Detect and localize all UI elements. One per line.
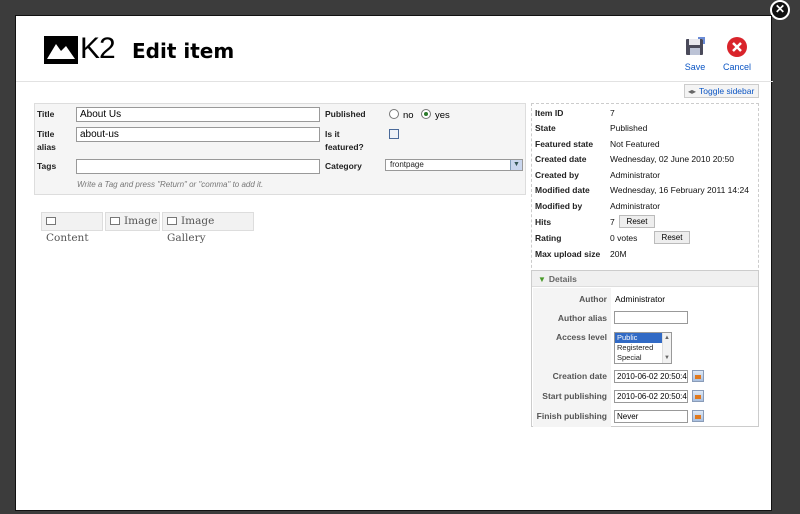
tags-input[interactable] [76, 159, 320, 174]
details-label-column [533, 288, 611, 427]
triangle-down-icon: ▼ [538, 275, 546, 284]
info-key: Rating [535, 233, 562, 243]
info-value: Wednesday, 02 June 2010 20:50 [610, 154, 734, 164]
close-modal-button[interactable]: ✕ [770, 0, 790, 20]
author-value: Administrator [615, 294, 666, 304]
info-value: 7 [610, 217, 615, 227]
reset-rating-button[interactable]: Reset [654, 231, 690, 244]
info-value: Administrator [610, 201, 661, 211]
chevron-down-icon: ▼ [510, 160, 522, 170]
details-header[interactable]: ▼ Details [532, 271, 758, 287]
save-label: Save [684, 62, 706, 72]
creation-date-input[interactable]: 2010-06-02 20:50:48 [614, 370, 688, 383]
info-key: Max upload size [535, 249, 601, 259]
access-level-listbox[interactable]: Public Registered Special ▲ ▼ [614, 332, 672, 364]
published-label: Published [325, 109, 366, 119]
creation-date-label: Creation date [552, 371, 607, 381]
finish-publishing-input[interactable]: Never [614, 410, 688, 423]
published-no-label: no [403, 110, 414, 121]
info-value: 0 votes [610, 233, 638, 243]
published-no-radio[interactable] [389, 109, 399, 119]
details-panel: ▼ Details Author Administrator Author ali… [531, 270, 759, 427]
info-key: State [535, 123, 556, 133]
cancel-button[interactable]: Cancel [719, 36, 755, 72]
info-value: Wednesday, 16 February 2011 14:24 [610, 185, 749, 195]
alias-input[interactable]: about-us [76, 127, 320, 142]
edit-item-modal: K2 Edit item Save Cancel ◂▸ Toggle sideba… [15, 15, 773, 511]
info-value: Not Featured [610, 139, 660, 149]
info-key: Created date [535, 154, 587, 164]
reset-hits-button[interactable]: Reset [619, 215, 655, 228]
toggle-sidebar-button[interactable]: ◂▸ Toggle sidebar [684, 84, 759, 98]
listbox-scrollbar[interactable]: ▲ ▼ [662, 333, 671, 363]
brand-name: K2 [80, 32, 116, 65]
save-icon [686, 37, 705, 55]
info-key: Hits [535, 217, 552, 227]
info-value: 20M [610, 249, 627, 259]
cancel-label: Cancel [722, 62, 751, 72]
title-label: Title [37, 109, 55, 119]
tab-content-label: Content [46, 232, 89, 244]
tags-label: Tags [37, 161, 57, 171]
author-alias-input[interactable] [614, 311, 688, 324]
image-icon [110, 217, 120, 225]
k2-logo-icon [44, 36, 78, 64]
save-button[interactable]: Save [677, 36, 713, 72]
info-value: Administrator [610, 170, 661, 180]
published-yes-label: yes [435, 110, 450, 121]
edit-icon [46, 217, 56, 225]
start-publishing-label: Start publishing [542, 391, 607, 401]
toggle-arrows-icon: ◂▸ [688, 87, 697, 96]
calendar-icon[interactable] [692, 390, 704, 402]
details-title: Details [548, 274, 577, 284]
author-label: Author [579, 294, 607, 304]
alias-label-line1: Title [37, 129, 55, 139]
info-value: 7 [610, 108, 615, 118]
info-value: Published [610, 123, 648, 133]
category-label: Category [325, 161, 362, 171]
published-yes-radio[interactable] [421, 109, 431, 119]
featured-checkbox[interactable] [389, 129, 399, 139]
calendar-icon[interactable] [692, 370, 704, 382]
page-title: Edit item [132, 39, 235, 63]
calendar-icon[interactable] [692, 410, 704, 422]
info-key: Modified date [535, 185, 590, 195]
info-key: Item ID [535, 108, 564, 118]
tab-image-gallery[interactable]: Image Gallery [162, 212, 254, 244]
start-publishing-input[interactable]: 2010-06-02 20:50:48 [614, 390, 688, 403]
info-key: Featured state [535, 139, 594, 149]
info-key: Created by [535, 170, 579, 180]
toolbar-header: K2 Edit item Save Cancel [16, 16, 773, 82]
tags-hint: Write a Tag and press "Return" or "comma… [77, 180, 264, 189]
tab-image[interactable]: Image [105, 212, 160, 231]
category-value: frontpage [390, 160, 424, 169]
author-alias-label: Author alias [557, 313, 607, 323]
toggle-sidebar-label: Toggle sidebar [699, 86, 755, 96]
info-key: Modified by [535, 201, 583, 211]
tab-image-label: Image [124, 215, 158, 227]
cancel-icon [727, 37, 747, 57]
featured-label-line2: featured? [325, 142, 364, 152]
item-info-panel: Item ID 7 State Published Featured state No… [531, 103, 759, 278]
access-level-label: Access level [555, 332, 607, 342]
alias-label-line2: alias [37, 142, 56, 152]
finish-publishing-label: Finish publishing [536, 411, 607, 421]
tab-content[interactable]: Content [41, 212, 103, 244]
camera-icon [167, 217, 177, 225]
title-input[interactable]: About Us [76, 107, 320, 122]
featured-label-line1: Is it [325, 129, 340, 139]
category-select[interactable]: frontpage ▼ [385, 159, 523, 171]
